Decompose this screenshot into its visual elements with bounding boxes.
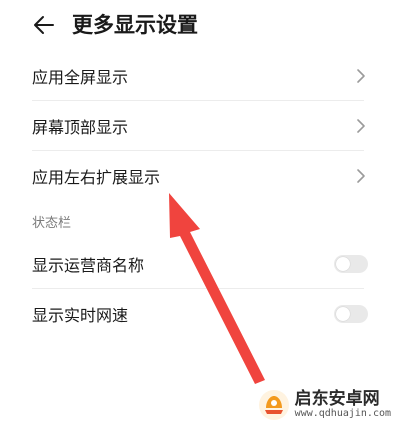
watermark-name: 启东安卓网: [294, 389, 380, 409]
annotation-arrow: [169, 193, 265, 384]
watermark-url: www.qdhuajin.com: [294, 408, 391, 419]
watermark: 启东安卓网 www.qdhuajin.com: [257, 388, 391, 422]
site-logo-icon: [258, 390, 289, 420]
more-display-settings-page: 更多显示设置 应用全屏显示 屏幕顶部显示 应用左右扩展显示 状态栏 显示运营商名…: [0, 0, 399, 428]
